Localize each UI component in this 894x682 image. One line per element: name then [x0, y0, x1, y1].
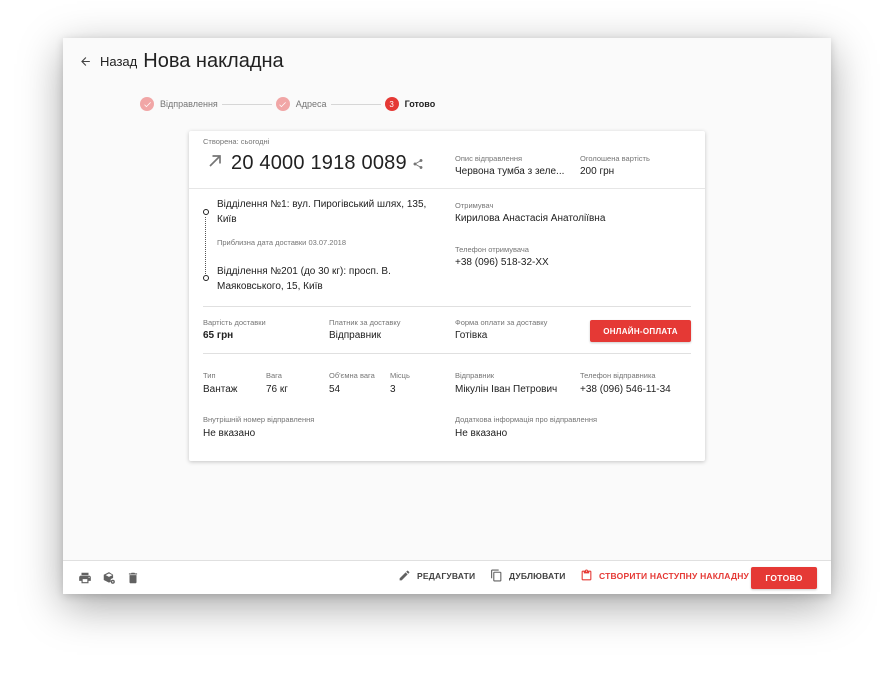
- delete-icon[interactable]: [126, 571, 140, 585]
- create-next-button[interactable]: СТВОРИТИ НАСТУПНУ НАКЛАДНУ: [580, 569, 749, 582]
- step-done: 3 Готово: [384, 97, 436, 111]
- package-settings-icon[interactable]: [102, 571, 116, 585]
- bottom-toolbar: РЕДАГУВАТИ ДУБЛЮВАТИ СТВОРИТИ НАСТУПНУ Н…: [63, 560, 831, 594]
- additional-info-value: Не вказано: [455, 428, 508, 439]
- type-label: Тип: [203, 371, 216, 380]
- weight-label: Вага: [266, 371, 282, 380]
- route-end-icon: [203, 275, 209, 281]
- recipient-phone-value: +38 (096) 518-32-XX: [455, 257, 549, 268]
- header: Назад Нова накладна: [79, 48, 284, 74]
- page-title: Нова накладна: [143, 49, 284, 72]
- route-start-icon: [203, 209, 209, 215]
- step-number: 3: [384, 97, 399, 111]
- divider: [203, 353, 691, 354]
- create-next-label: СТВОРИТИ НАСТУПНУ НАКЛАДНУ: [599, 570, 750, 581]
- edit-label: РЕДАГУВАТИ: [417, 570, 476, 581]
- description-label: Опис відправлення: [455, 154, 523, 163]
- back-button[interactable]: Назад: [79, 54, 137, 69]
- internal-number-value: Не вказано: [203, 428, 256, 439]
- step-sending[interactable]: Відправлення: [140, 97, 218, 111]
- step-done-indicator: [140, 97, 154, 111]
- copy-icon: [491, 569, 502, 582]
- weight-value: 76 кг: [266, 384, 288, 395]
- delivery-cost-value: 65 грн: [203, 330, 234, 341]
- created-label: Створена: сьогодні: [203, 137, 270, 146]
- step-address[interactable]: Адреса: [275, 97, 327, 111]
- sender-label: Відправник: [455, 371, 495, 380]
- places-value: 3: [390, 384, 396, 395]
- done-button[interactable]: ГОТОВО: [751, 567, 817, 589]
- check-icon: [143, 101, 151, 107]
- recipient-phone-label: Телефон отримувача: [455, 245, 529, 254]
- arrow-left-icon: [81, 56, 90, 66]
- route: Відділення №1: вул. Пирогівський шлях, 1…: [203, 197, 443, 307]
- ttn-row: 20 4000 1918 0089: [205, 151, 424, 176]
- type-value: Вантаж: [203, 384, 238, 395]
- step-connector: [330, 103, 381, 105]
- ttn-number: 20 4000 1918 0089: [231, 152, 407, 174]
- sender-value: Мікулін Іван Петрович: [455, 384, 558, 395]
- pencil-icon: [399, 570, 410, 581]
- print-icon[interactable]: [78, 571, 92, 585]
- divider: [203, 306, 691, 307]
- check-icon: [279, 101, 287, 107]
- edit-button[interactable]: РЕДАГУВАТИ: [398, 569, 475, 582]
- arrow-up-right-icon: [205, 151, 225, 176]
- description-value: Червона тумба з зеле...: [455, 166, 565, 177]
- divider: [189, 188, 705, 189]
- route-line: [205, 217, 207, 274]
- duplicate-button[interactable]: ДУБЛЮВАТИ: [490, 569, 566, 582]
- payment-form-label: Форма оплати за доставку: [455, 318, 548, 327]
- volume-label: Об'ємна вага: [329, 371, 375, 380]
- volume-value: 54: [329, 384, 341, 395]
- delivery-cost-label: Вартість доставки: [203, 318, 266, 327]
- step-connector: [221, 103, 272, 105]
- places-label: Місць: [390, 371, 410, 380]
- step-label: Відправлення: [160, 99, 218, 109]
- payer-label: Платник за доставку: [329, 318, 401, 327]
- additional-info-label: Додаткова інформація про відправлення: [455, 415, 598, 424]
- step-label: Готово: [404, 99, 436, 109]
- route-to: Відділення №201 (до 30 кг): просп. В. Ма…: [217, 266, 391, 292]
- delivery-date: Приблизна дата доставки 03.07.2018: [217, 238, 346, 247]
- back-label: Назад: [100, 53, 138, 69]
- recipient-value: Кирилова Анастасія Анатоліївна: [455, 213, 606, 224]
- step-label: Адреса: [295, 99, 327, 109]
- duplicate-label: ДУБЛЮВАТИ: [509, 570, 566, 581]
- declared-value-label: Оголошена вартість: [580, 154, 650, 163]
- sender-phone-label: Телефон відправника: [580, 371, 656, 380]
- internal-number-label: Внутрішній номер відправлення: [203, 415, 315, 424]
- step-done-indicator: [275, 97, 290, 111]
- app-window: Назад Нова накладна Відправлення Адреса …: [63, 38, 831, 594]
- stepper: Відправлення Адреса 3 Готово: [140, 97, 435, 111]
- sender-phone-value: +38 (096) 546-11-34: [580, 384, 671, 395]
- share-icon[interactable]: [412, 158, 424, 170]
- clipboard-icon: [581, 569, 592, 581]
- declared-value: 200 грн: [580, 166, 615, 177]
- payment-form-value: Готівка: [455, 330, 488, 341]
- route-from: Відділення №1: вул. Пирогівський шлях, 1…: [217, 199, 427, 225]
- waybill-card: Створена: сьогодні 20 4000 1918 0089 Опи…: [189, 131, 705, 461]
- online-payment-button[interactable]: ОНЛАЙН-ОПЛАТА: [590, 320, 691, 342]
- payer-value: Відправник: [329, 330, 382, 341]
- recipient-label: Отримувач: [455, 201, 494, 210]
